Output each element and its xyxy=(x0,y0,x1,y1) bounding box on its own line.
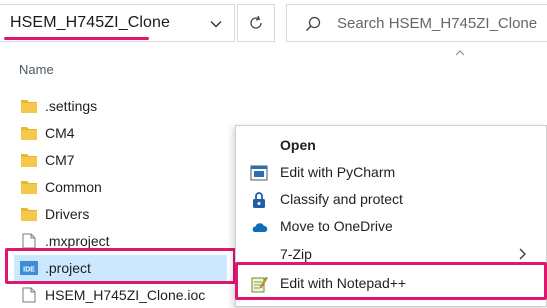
file-name: .project xyxy=(45,260,91,276)
search-box[interactable] xyxy=(286,4,547,42)
onedrive-cloud-icon xyxy=(252,223,268,232)
menu-item-move-onedrive[interactable]: Move to OneDrive xyxy=(236,213,546,239)
lock-shield-icon xyxy=(253,192,265,208)
menu-item-label: Open xyxy=(280,137,316,153)
ide-file-icon: IDE xyxy=(20,261,38,275)
list-item[interactable]: HSEM_H745ZI_Clone.ioc xyxy=(14,282,227,308)
search-input[interactable] xyxy=(337,13,542,33)
file-icon xyxy=(22,233,36,249)
column-header-name[interactable]: Name xyxy=(19,62,54,77)
file-name: HSEM_H745ZI_Clone.ioc xyxy=(45,287,206,303)
folder-icon xyxy=(21,127,37,140)
pycharm-icon xyxy=(250,165,268,181)
file-name: .mxproject xyxy=(45,233,110,249)
folder-icon xyxy=(21,181,37,194)
menu-item-label: 7-Zip xyxy=(280,246,312,262)
menu-item-edit-pycharm[interactable]: Edit with PyCharm xyxy=(236,159,546,185)
file-name: Drivers xyxy=(45,206,90,222)
refresh-icon xyxy=(250,15,262,29)
file-name: Common xyxy=(45,179,102,195)
menu-item-classify-protect[interactable]: Classify and protect xyxy=(236,186,546,212)
notepadpp-icon xyxy=(251,276,268,293)
menu-item-label: Edit with PyCharm xyxy=(280,164,396,180)
address-path[interactable]: HSEM_H745ZI_Clone xyxy=(10,14,170,32)
file-name: .settings xyxy=(45,98,98,114)
menu-item-label: Edit with Notepad++ xyxy=(280,275,407,291)
context-menu: Open Edit with PyCharm Classify and prot… xyxy=(235,125,547,307)
folder-icon xyxy=(21,154,37,167)
chevron-down-icon[interactable] xyxy=(209,17,223,31)
list-item[interactable]: Common xyxy=(14,174,227,200)
folder-icon xyxy=(21,100,37,113)
list-item[interactable]: .settings xyxy=(14,93,227,119)
list-item[interactable]: CM7 xyxy=(14,147,227,173)
menu-item-label: Move to OneDrive xyxy=(280,218,393,234)
search-icon xyxy=(305,16,321,32)
menu-item-edit-notepadpp[interactable]: Edit with Notepad++ xyxy=(236,270,546,296)
sort-chevron-icon xyxy=(455,50,465,56)
chevron-right-icon xyxy=(519,248,526,260)
file-name: CM4 xyxy=(45,125,75,141)
refresh-button[interactable] xyxy=(237,4,275,42)
menu-item-7zip[interactable]: 7-Zip xyxy=(236,241,546,267)
list-item-selected[interactable]: IDE .project xyxy=(14,255,227,281)
list-item[interactable]: Drivers xyxy=(14,201,227,227)
folder-icon xyxy=(21,208,37,221)
path-underline-annotation xyxy=(4,37,149,40)
list-item[interactable]: .mxproject xyxy=(14,228,227,254)
address-bar[interactable]: HSEM_H745ZI_Clone xyxy=(0,4,235,42)
list-item[interactable]: CM4 xyxy=(14,120,227,146)
menu-item-label: Classify and protect xyxy=(280,191,403,207)
file-name: CM7 xyxy=(45,152,75,168)
svg-text:IDE: IDE xyxy=(23,267,35,274)
menu-item-open[interactable]: Open xyxy=(236,132,546,158)
file-icon xyxy=(22,287,36,303)
